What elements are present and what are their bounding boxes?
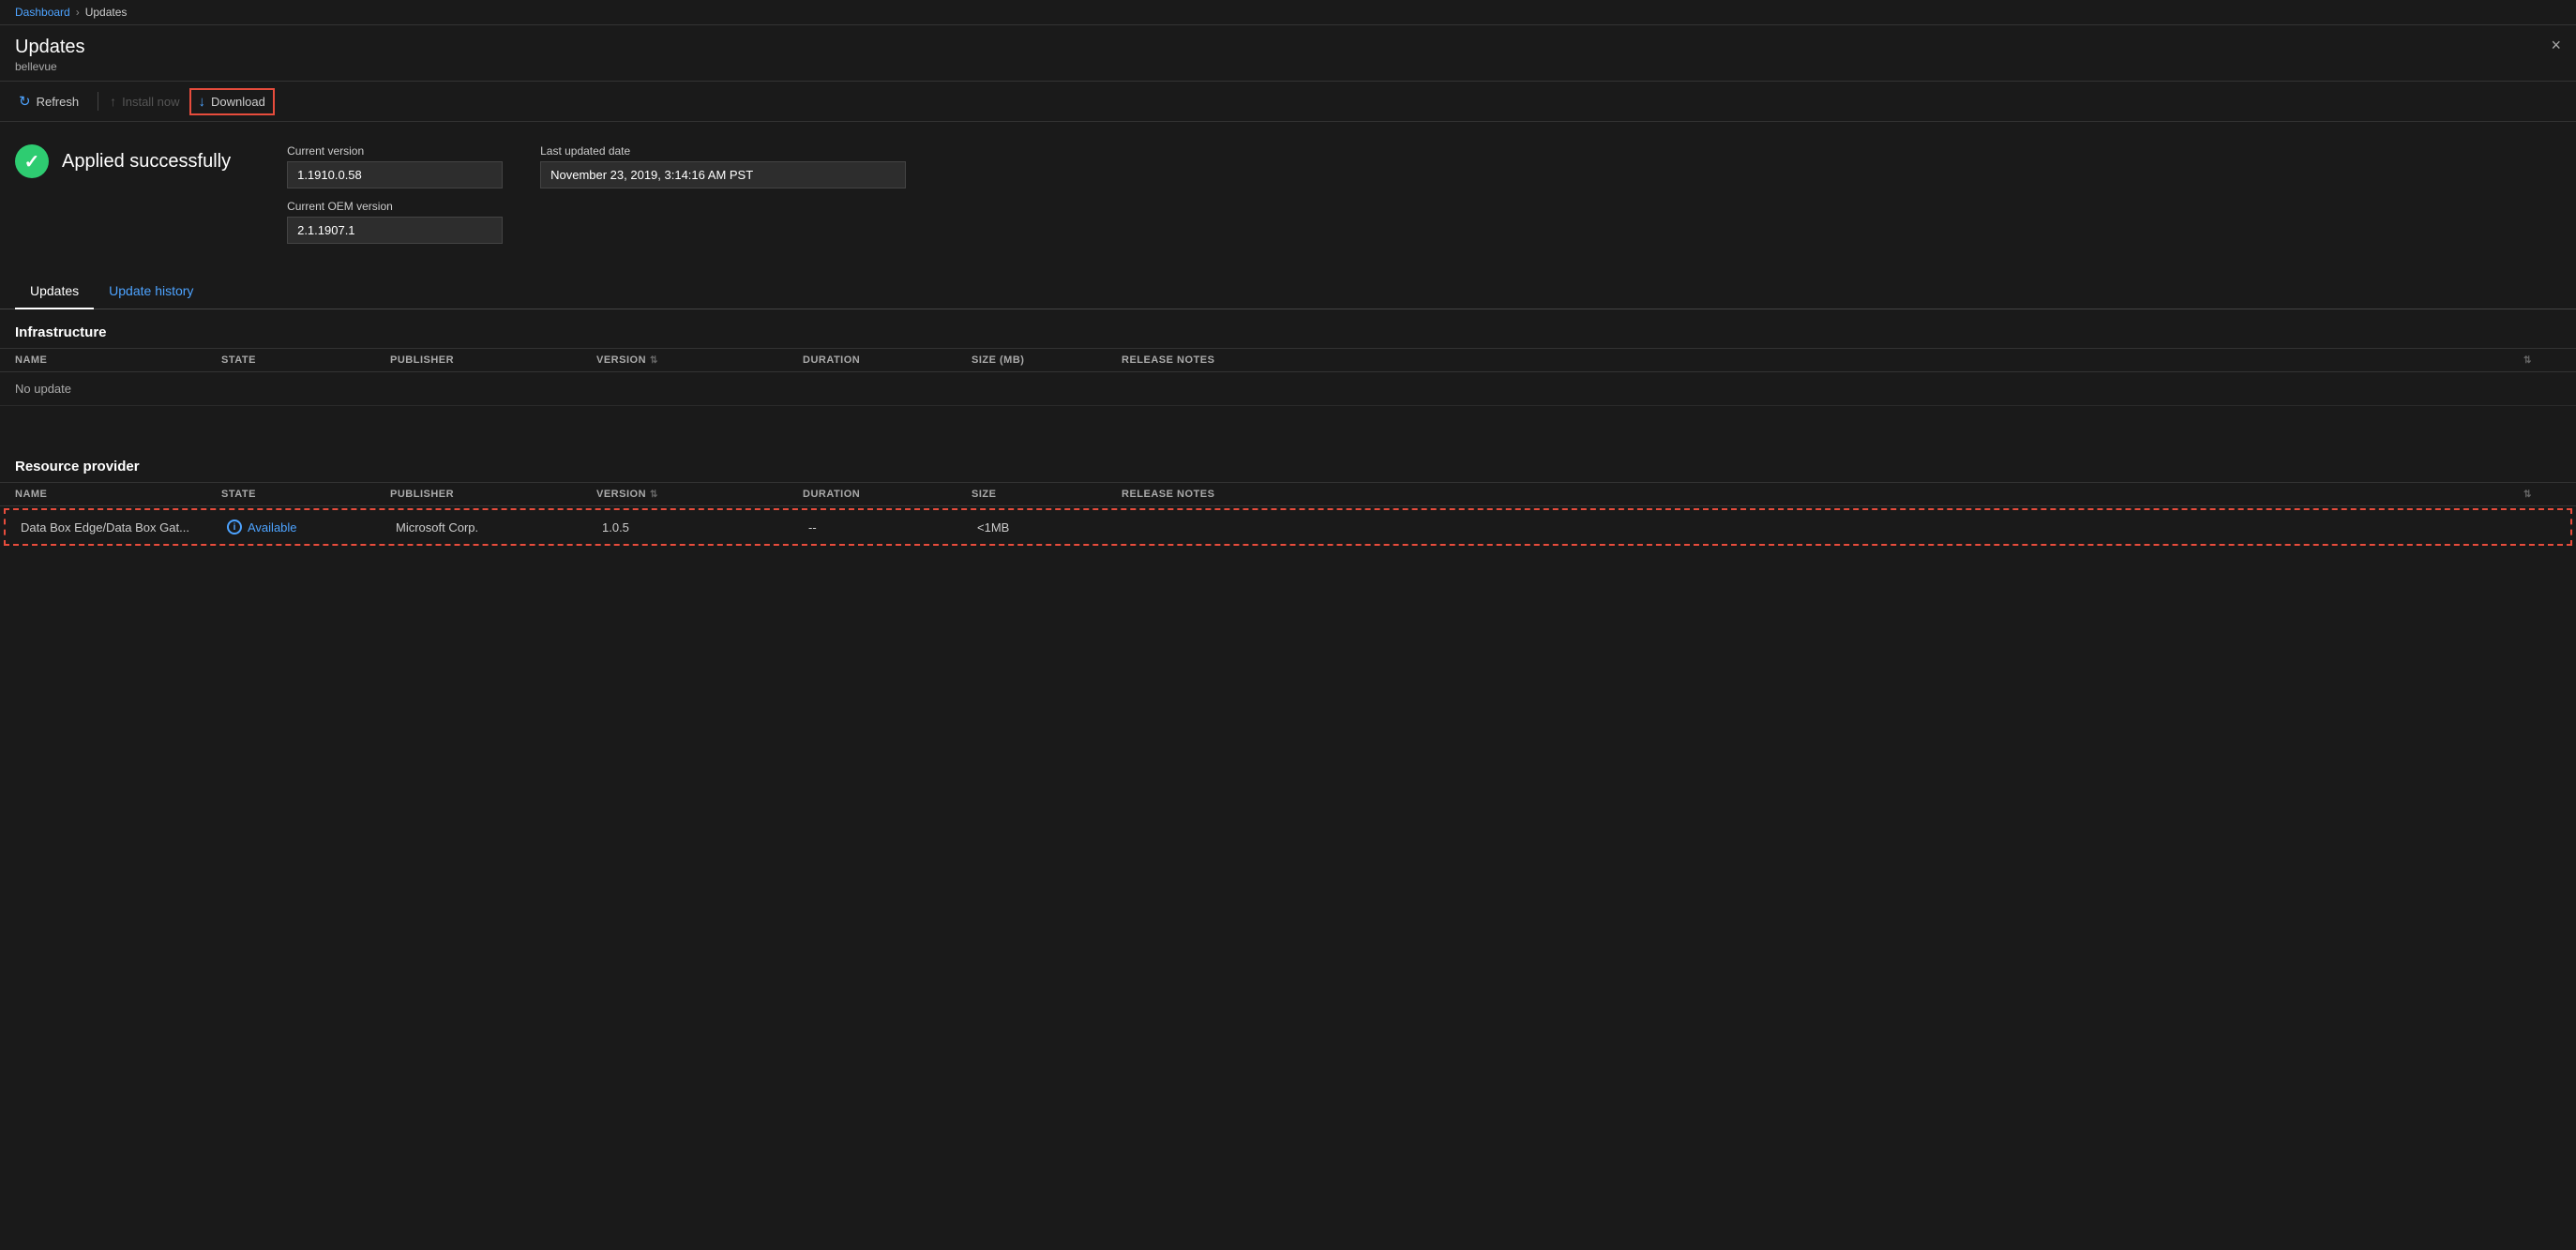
page-title: Updates xyxy=(15,37,2561,58)
checkmark-icon: ✓ xyxy=(24,150,40,173)
tab-update-history[interactable]: Update history xyxy=(94,274,208,309)
release-sort-icon: ⇅ xyxy=(2523,355,2532,366)
infra-col-size: SIZE (MB) xyxy=(972,354,1122,366)
download-label: Download xyxy=(211,95,265,109)
version-fields: Current version 1.1910.0.58 Current OEM … xyxy=(287,144,906,244)
download-button[interactable]: ↓ Download xyxy=(191,90,273,113)
rp-version-sort-icon: ⇅ xyxy=(650,489,658,500)
rp-col-duration: DURATION xyxy=(803,489,972,500)
infrastructure-title: Infrastructure xyxy=(0,309,2576,348)
available-badge: i Available xyxy=(227,520,396,535)
tabs: Updates Update history xyxy=(0,274,2576,309)
page-header: Updates bellevue × xyxy=(0,25,2576,82)
infra-col-name: NAME xyxy=(15,354,221,366)
rp-col-size: SIZE xyxy=(972,489,1122,500)
available-text: Available xyxy=(248,520,297,535)
status-left: ✓ Applied successfully xyxy=(15,144,231,178)
current-oem-version-group: Current OEM version 2.1.1907.1 xyxy=(287,200,503,244)
close-button[interactable]: × xyxy=(2551,37,2561,53)
download-icon: ↓ xyxy=(199,94,206,110)
rp-col-sort: ⇅ xyxy=(2523,489,2561,500)
breadcrumb: Dashboard › Updates xyxy=(0,0,2576,25)
infra-col-publisher: PUBLISHER xyxy=(390,354,596,366)
no-update-text: No update xyxy=(15,382,221,396)
resource-provider-table-header: NAME STATE PUBLISHER VERSION ⇅ DURATION … xyxy=(0,482,2576,506)
current-version-group: Current version 1.1910.0.58 xyxy=(287,144,503,188)
breadcrumb-current: Updates xyxy=(85,6,128,19)
refresh-button[interactable]: ↻ Refresh xyxy=(15,89,90,113)
status-icon: ✓ xyxy=(15,144,49,178)
current-version-value: 1.1910.0.58 xyxy=(287,161,503,188)
rp-row-publisher: Microsoft Corp. xyxy=(396,520,602,535)
rp-col-publisher: PUBLISHER xyxy=(390,489,596,500)
install-icon: ↑ xyxy=(110,94,116,109)
rp-row-version: 1.0.5 xyxy=(602,520,808,535)
rp-row-state: i Available xyxy=(227,520,396,535)
infra-col-duration: DURATION xyxy=(803,354,972,366)
refresh-label: Refresh xyxy=(37,95,80,109)
resource-provider-title: Resource provider xyxy=(0,444,2576,482)
infra-col-sort: ⇅ xyxy=(2523,354,2561,366)
last-updated-date-label: Last updated date xyxy=(540,144,906,158)
tab-updates[interactable]: Updates xyxy=(15,274,94,309)
rp-col-release-notes: RELEASE NOTES xyxy=(1122,489,2523,500)
rp-release-sort-icon: ⇅ xyxy=(2523,489,2532,500)
infra-col-state: STATE xyxy=(221,354,390,366)
infrastructure-section: Infrastructure NAME STATE PUBLISHER VERS… xyxy=(0,309,2576,406)
resource-provider-row[interactable]: Data Box Edge/Data Box Gat... i Availabl… xyxy=(6,510,2570,544)
rp-col-version: VERSION ⇅ xyxy=(596,489,803,500)
breadcrumb-separator: › xyxy=(76,6,80,19)
page-subtitle: bellevue xyxy=(15,60,2561,73)
current-version-label: Current version xyxy=(287,144,503,158)
rp-col-state: STATE xyxy=(221,489,390,500)
status-section: ✓ Applied successfully Current version 1… xyxy=(0,122,2576,266)
infra-col-release-notes: RELEASE NOTES xyxy=(1122,354,2523,366)
status-text: Applied successfully xyxy=(62,151,231,173)
last-updated-date-value: November 23, 2019, 3:14:16 AM PST xyxy=(540,161,906,188)
infra-col-version: VERSION ⇅ xyxy=(596,354,803,366)
rp-row-size: <1MB xyxy=(977,520,1127,535)
resource-provider-section: Resource provider NAME STATE PUBLISHER V… xyxy=(0,444,2576,546)
last-updated-date-group: Last updated date November 23, 2019, 3:1… xyxy=(540,144,906,244)
refresh-icon: ↻ xyxy=(19,93,31,110)
breadcrumb-parent-link[interactable]: Dashboard xyxy=(15,6,70,19)
toolbar: ↻ Refresh ↑ Install now ↓ Download xyxy=(0,82,2576,122)
rp-row-duration: -- xyxy=(808,520,977,535)
version-sort-icon: ⇅ xyxy=(650,355,658,366)
infrastructure-table-header: NAME STATE PUBLISHER VERSION ⇅ DURATION … xyxy=(0,348,2576,372)
selected-row-wrapper: Data Box Edge/Data Box Gat... i Availabl… xyxy=(4,508,2572,546)
rp-row-name: Data Box Edge/Data Box Gat... xyxy=(21,520,227,535)
available-icon: i xyxy=(227,520,242,535)
install-now-button[interactable]: ↑ Install now xyxy=(106,90,190,113)
current-oem-version-label: Current OEM version xyxy=(287,200,503,213)
infrastructure-no-data-row: No update xyxy=(0,372,2576,406)
install-label: Install now xyxy=(122,95,179,109)
rp-col-name: NAME xyxy=(15,489,221,500)
current-oem-version-value: 2.1.1907.1 xyxy=(287,217,503,244)
